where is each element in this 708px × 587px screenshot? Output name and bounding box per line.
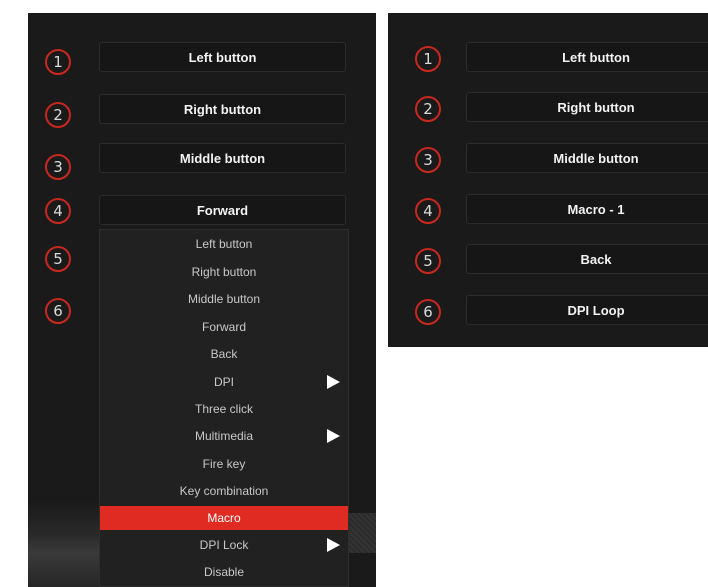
menu-item-label: Middle button — [187, 292, 261, 306]
number-circle-1: 1 — [45, 49, 71, 75]
menu-item-left-button[interactable]: Left button — [100, 232, 348, 256]
menu-item-right-button[interactable]: Right button — [100, 260, 348, 284]
button-assign-4[interactable]: Macro - 1 — [466, 194, 708, 224]
number-circle-5: 5 — [45, 246, 71, 272]
submenu-arrow-icon — [327, 375, 340, 389]
button-assign-1[interactable]: Left button — [99, 42, 346, 72]
menu-item-forward[interactable]: Forward — [100, 315, 348, 339]
menu-item-dpi[interactable]: DPI — [100, 370, 348, 394]
menu-item-middle-button[interactable]: Middle button — [100, 287, 348, 311]
menu-item-label: Macro — [207, 511, 241, 525]
button-assign-2[interactable]: Right button — [99, 94, 346, 124]
number-circle-5: 5 — [415, 248, 441, 274]
menu-item-back[interactable]: Back — [100, 342, 348, 366]
background-texture — [28, 501, 99, 587]
function-dropdown-menu: Left button Right button Middle button F… — [99, 229, 349, 587]
menu-item-label: DPI — [213, 375, 234, 389]
number-circle-1: 1 — [415, 46, 441, 72]
menu-item-label: Forward — [201, 320, 246, 334]
menu-item-label: Key combination — [179, 484, 269, 498]
right-panel: 1 2 3 4 5 6 Left button Right button Mid… — [388, 13, 708, 347]
menu-item-macro[interactable]: Macro — [100, 506, 348, 530]
menu-item-label: Fire key — [202, 457, 246, 471]
menu-item-label: Three click — [194, 402, 253, 416]
number-circle-4: 4 — [415, 198, 441, 224]
menu-item-key-combination[interactable]: Key combination — [100, 479, 348, 503]
button-assign-6[interactable]: DPI Loop — [466, 295, 708, 325]
menu-item-disable[interactable]: Disable — [100, 560, 348, 584]
menu-item-three-click[interactable]: Three click — [100, 397, 348, 421]
number-circle-2: 2 — [45, 102, 71, 128]
menu-item-label: Left button — [195, 237, 253, 251]
menu-item-label: Back — [210, 347, 238, 361]
number-circle-4: 4 — [45, 198, 71, 224]
button-assign-3[interactable]: Middle button — [99, 143, 346, 173]
number-circle-3: 3 — [45, 154, 71, 180]
number-circle-6: 6 — [45, 298, 71, 324]
submenu-arrow-icon — [327, 538, 340, 552]
menu-item-label: Multimedia — [194, 429, 254, 443]
button-assign-2[interactable]: Right button — [466, 92, 708, 122]
menu-item-fire-key[interactable]: Fire key — [100, 452, 348, 476]
menu-item-label: DPI Lock — [199, 538, 249, 552]
button-assign-3[interactable]: Middle button — [466, 143, 708, 173]
button-assign-4[interactable]: Forward — [99, 195, 346, 225]
number-circle-3: 3 — [415, 147, 441, 173]
button-assign-1[interactable]: Left button — [466, 42, 708, 72]
menu-item-multimedia[interactable]: Multimedia — [100, 424, 348, 448]
button-assign-5[interactable]: Back — [466, 244, 708, 274]
menu-item-dpi-lock[interactable]: DPI Lock — [100, 533, 348, 557]
background-texture-pattern — [349, 513, 376, 553]
submenu-arrow-icon — [327, 429, 340, 443]
left-panel: 1 2 3 4 5 6 Left button Right button Mid… — [28, 13, 376, 587]
number-circle-2: 2 — [415, 96, 441, 122]
menu-item-label: Disable — [203, 565, 245, 579]
number-circle-6: 6 — [415, 299, 441, 325]
menu-item-label: Right button — [191, 265, 257, 279]
